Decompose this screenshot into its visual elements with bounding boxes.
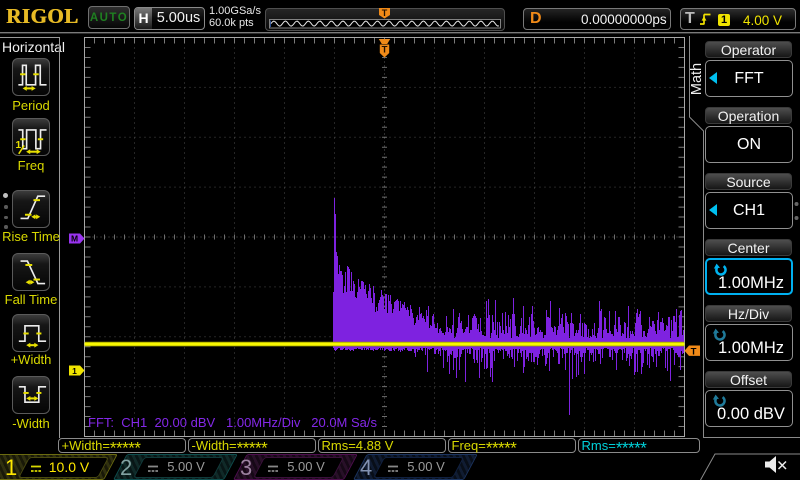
svg-text:T: T	[382, 45, 388, 56]
svg-text:1: 1	[72, 366, 77, 376]
svg-text:M: M	[71, 234, 78, 244]
